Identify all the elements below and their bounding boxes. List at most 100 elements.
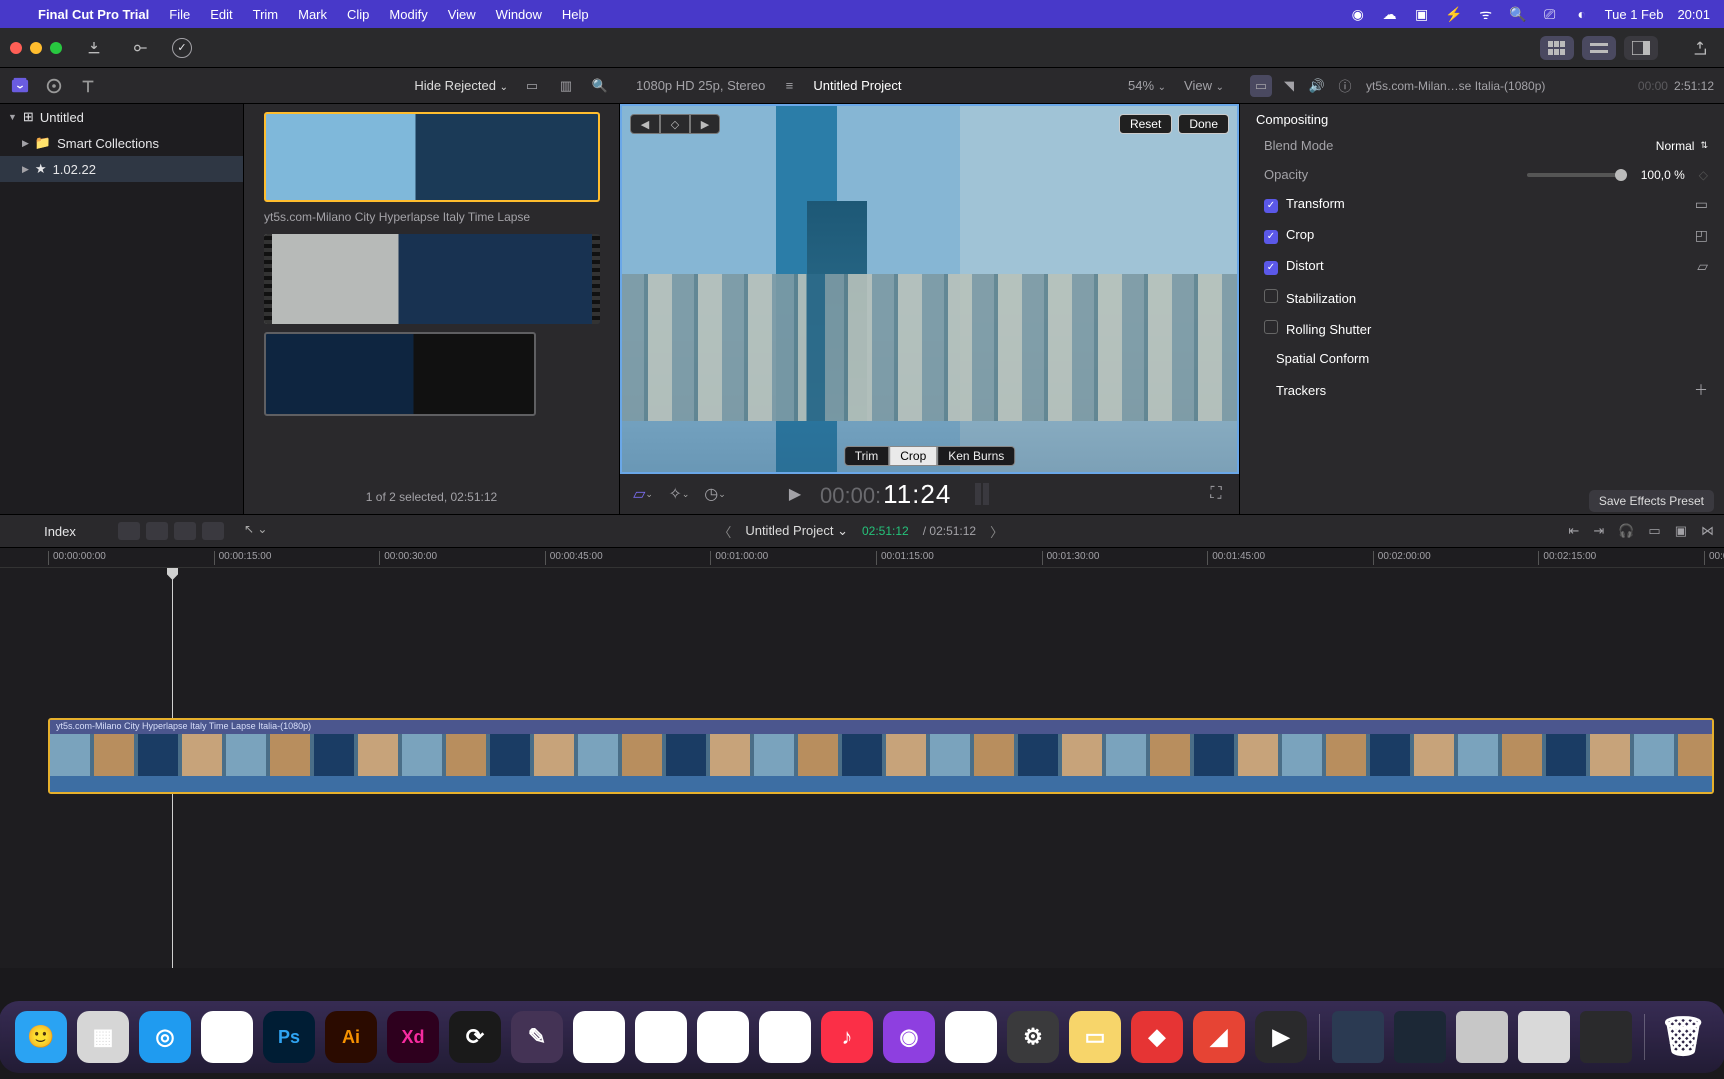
layout-timeline-button[interactable]: [1582, 36, 1616, 60]
inspector-info-tab[interactable]: ⓘ: [1334, 75, 1356, 97]
sidebar-item-event[interactable]: ▶ ★ 1.02.22: [0, 156, 243, 182]
transform-group[interactable]: ✓Transform ▭: [1240, 189, 1724, 220]
timeline-index-button[interactable]: Index: [44, 524, 76, 539]
layout-inspector-button[interactable]: [1624, 36, 1658, 60]
timeline-history-back[interactable]: 〈: [718, 522, 731, 541]
dock-minimized-thumb5[interactable]: [1580, 1011, 1632, 1063]
audio-meters[interactable]: [975, 483, 989, 505]
timeline-area[interactable]: yt5s.com-Milano City Hyperlapse Italy Ti…: [0, 568, 1724, 968]
dock-messenger[interactable]: ✉: [573, 1011, 625, 1063]
background-tasks-button[interactable]: ✓: [172, 38, 192, 58]
dock-chrome[interactable]: ◉: [201, 1011, 253, 1063]
effects-browser-button[interactable]: ▣: [1675, 523, 1687, 539]
menu-mark[interactable]: Mark: [298, 7, 327, 22]
menu-help[interactable]: Help: [562, 7, 589, 22]
control-center-icon[interactable]: ⎚: [1541, 5, 1559, 23]
rolling-shutter-checkbox[interactable]: [1264, 320, 1278, 334]
viewer-view-dropdown[interactable]: View ⌄: [1184, 78, 1224, 93]
dock-notes[interactable]: ▭: [1069, 1011, 1121, 1063]
inspector-video-tab[interactable]: ▭: [1250, 75, 1272, 97]
keyframe-icon[interactable]: ◇: [1699, 168, 1708, 182]
dock-music[interactable]: ♪: [821, 1011, 873, 1063]
disclosure-triangle-icon[interactable]: ▼: [8, 112, 17, 122]
menu-window[interactable]: Window: [496, 7, 542, 22]
crop-mode-kenburns[interactable]: Ken Burns: [937, 446, 1015, 466]
dock-finalcut[interactable]: ▶: [1255, 1011, 1307, 1063]
titles-tab-button[interactable]: [78, 76, 98, 96]
dock-maps[interactable]: ◈: [697, 1011, 749, 1063]
viewer-done-button[interactable]: Done: [1178, 114, 1229, 134]
dock-settings[interactable]: ⚙: [1007, 1011, 1059, 1063]
crop-group[interactable]: ✓Crop ◰: [1240, 220, 1724, 251]
transitions-browser-button[interactable]: ⋈: [1701, 523, 1714, 539]
menu-file[interactable]: File: [169, 7, 190, 22]
viewer-prev-edit-button[interactable]: ◀: [630, 114, 660, 134]
menu-edit[interactable]: Edit: [210, 7, 232, 22]
dock-photoshop[interactable]: Ps: [263, 1011, 315, 1063]
viewer-next-edit-button[interactable]: ▶: [690, 114, 720, 134]
menu-clip[interactable]: Clip: [347, 7, 369, 22]
dock-minimized-thumb4[interactable]: [1518, 1011, 1570, 1063]
dock-finder[interactable]: 🙂: [15, 1011, 67, 1063]
dock-podcasts[interactable]: ◉: [883, 1011, 935, 1063]
snapping-button[interactable]: ▭: [1648, 523, 1660, 539]
close-window-button[interactable]: [10, 42, 22, 54]
fullscreen-window-button[interactable]: [50, 42, 62, 54]
inspector-audio-tab[interactable]: 🔊: [1306, 75, 1328, 97]
clip-thumbnail[interactable]: [264, 332, 536, 416]
dock-numbers[interactable]: ▤: [945, 1011, 997, 1063]
disclosure-triangle-icon[interactable]: ▶: [22, 138, 29, 149]
import-button[interactable]: [80, 37, 108, 59]
timeline-project-name[interactable]: Untitled Project ⌄: [745, 523, 848, 539]
viewer-reset-button[interactable]: Reset: [1119, 114, 1172, 134]
dock-anydesk[interactable]: ◆: [1131, 1011, 1183, 1063]
enhance-tool-button[interactable]: ✧⌄: [668, 483, 690, 505]
crop-mode-crop[interactable]: Crop: [889, 446, 937, 466]
crop-mode-trim[interactable]: Trim: [844, 446, 890, 466]
share-button[interactable]: [1686, 37, 1714, 59]
opacity-slider[interactable]: [1527, 173, 1627, 177]
user-icon[interactable]: ◐: [1573, 5, 1591, 23]
timeline-ruler[interactable]: 00:00:00:0000:00:15:0000:00:30:0000:00:4…: [0, 548, 1724, 568]
timeline-clip[interactable]: yt5s.com-Milano City Hyperlapse Italy Ti…: [48, 718, 1714, 794]
browser-search-button[interactable]: 🔍: [590, 76, 610, 96]
menubar-time[interactable]: 20:01: [1677, 7, 1710, 22]
connect-clip-button[interactable]: [118, 522, 140, 540]
stabilization-group[interactable]: Stabilization: [1240, 282, 1724, 313]
inspector-color-tab[interactable]: ◥: [1278, 75, 1300, 97]
distort-checkbox[interactable]: ✓: [1264, 261, 1278, 275]
dock-minimized-thumb1[interactable]: [1332, 1011, 1384, 1063]
menu-trim[interactable]: Trim: [253, 7, 279, 22]
dock-photos[interactable]: ✿: [759, 1011, 811, 1063]
viewer-timecode[interactable]: 00:00: 11:24: [820, 479, 951, 510]
save-effects-preset-button[interactable]: Save Effects Preset: [1589, 490, 1714, 512]
dock-safari[interactable]: ◎: [139, 1011, 191, 1063]
insert-clip-button[interactable]: [146, 522, 168, 540]
sidebar-item-smart-collections[interactable]: ▶ 📁 Smart Collections: [0, 130, 243, 156]
menu-view[interactable]: View: [448, 7, 476, 22]
menubar-date[interactable]: Tue 1 Feb: [1605, 7, 1664, 22]
crop-checkbox[interactable]: ✓: [1264, 230, 1278, 244]
skimming-button[interactable]: ⇤: [1568, 523, 1579, 539]
menu-modify[interactable]: Modify: [389, 7, 427, 22]
overwrite-clip-button[interactable]: [202, 522, 224, 540]
keyword-button[interactable]: [126, 37, 154, 59]
select-tool-button[interactable]: ↖ ⌄: [244, 522, 267, 540]
transform-checkbox[interactable]: ✓: [1264, 199, 1278, 213]
append-clip-button[interactable]: [174, 522, 196, 540]
play-button[interactable]: ▶: [784, 483, 806, 505]
app-name-menu[interactable]: Final Cut Pro Trial: [38, 7, 149, 22]
blend-mode-dropdown[interactable]: Normal ⇅: [1656, 139, 1708, 153]
battery-icon[interactable]: ⚡: [1445, 5, 1463, 23]
dock-illustrator[interactable]: Ai: [325, 1011, 377, 1063]
retime-tool-button[interactable]: ◷⌄: [704, 483, 726, 505]
onepassword-icon[interactable]: ▣: [1413, 5, 1431, 23]
disclosure-triangle-icon[interactable]: ▶: [22, 164, 29, 175]
dock-launchpad[interactable]: ▦: [77, 1011, 129, 1063]
opacity-value[interactable]: 100,0 %: [1641, 168, 1685, 182]
fullscreen-viewer-button[interactable]: ⛶: [1205, 483, 1227, 505]
solo-button[interactable]: 🎧: [1618, 523, 1634, 539]
crop-icon[interactable]: ◰: [1695, 227, 1708, 244]
dock-todoist[interactable]: ◢: [1193, 1011, 1245, 1063]
transform-icon[interactable]: ▭: [1695, 196, 1708, 213]
